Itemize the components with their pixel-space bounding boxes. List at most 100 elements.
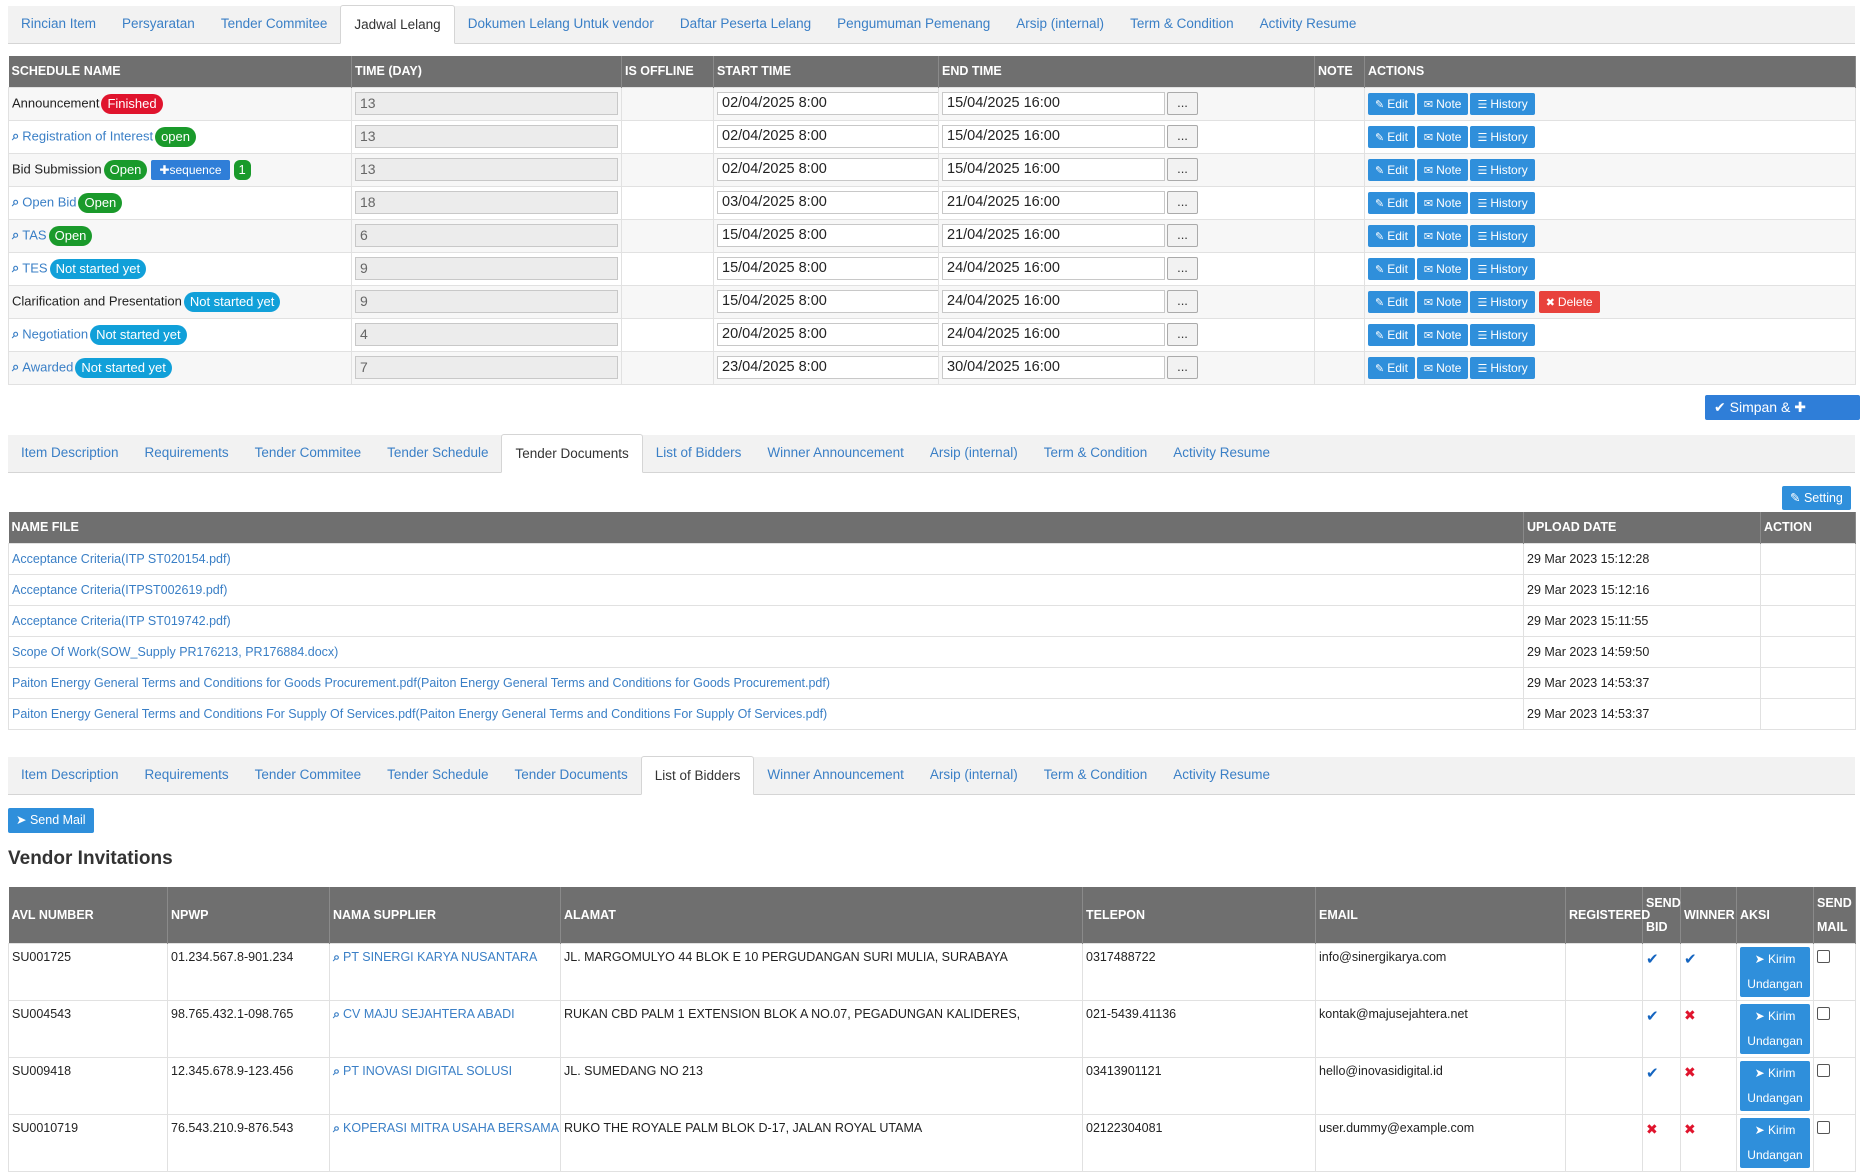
send-mail-checkbox[interactable] [1817,1121,1830,1134]
search-icon[interactable]: ⌕ [12,359,19,374]
end-picker-button[interactable]: ... [1167,290,1198,313]
add-sequence-button[interactable]: ✚sequence [151,160,229,180]
end-picker-button[interactable]: ... [1167,158,1198,181]
edit-button[interactable]: ✎Edit [1368,192,1415,214]
history-button[interactable]: ☰History [1470,291,1534,313]
edit-button[interactable]: ✎Edit [1368,324,1415,346]
edit-button[interactable]: ✎Edit [1368,258,1415,280]
send-mail-checkbox[interactable] [1817,950,1830,963]
start-time-input[interactable]: 02/04/2025 8:00 [717,92,939,115]
setting-button[interactable]: ✎ Setting [1782,486,1851,510]
history-button[interactable]: ☰History [1470,225,1534,247]
schedule-name[interactable]: Awarded [22,359,73,374]
edit-button[interactable]: ✎Edit [1368,159,1415,181]
tab-tender-schedule[interactable]: Tender Schedule [374,756,501,794]
end-time-input[interactable]: 24/04/2025 16:00 [942,257,1165,280]
history-button[interactable]: ☰History [1470,159,1534,181]
tab-activity-resume[interactable]: Activity Resume [1160,756,1283,794]
start-time-input[interactable]: 15/04/2025 8:00 [717,290,939,313]
start-time-input[interactable]: 02/04/2025 8:00 [717,125,939,148]
history-button[interactable]: ☰History [1470,357,1534,379]
end-time-input[interactable]: 15/04/2025 16:00 [942,92,1165,115]
tab-requirements[interactable]: Requirements [132,434,242,472]
document-link[interactable]: Scope Of Work(SOW_Supply PR176213, PR176… [9,636,1524,667]
history-button[interactable]: ☰History [1470,126,1534,148]
delete-button[interactable]: ✖Delete [1539,291,1600,313]
supplier-name[interactable]: KOPERASI MITRA USAHA BERSAMA [343,1121,559,1135]
end-picker-button[interactable]: ... [1167,257,1198,280]
tab-winner-announcement[interactable]: Winner Announcement [754,434,917,472]
edit-button[interactable]: ✎Edit [1368,357,1415,379]
note-button[interactable]: ✉Note [1417,324,1469,346]
send-invitation-button[interactable]: ➤ KirimUndangan [1740,1061,1810,1111]
note-button[interactable]: ✉Note [1417,225,1469,247]
send-mail-checkbox[interactable] [1817,1007,1830,1020]
tab-item-description[interactable]: Item Description [8,756,132,794]
search-icon[interactable]: ⌕ [12,326,19,341]
tab-arsip-internal[interactable]: Arsip (internal) [917,434,1031,472]
tab-tender-schedule[interactable]: Tender Schedule [374,434,501,472]
start-time-input[interactable]: 20/04/2025 8:00 [717,323,939,346]
tab-term-condition[interactable]: Term & Condition [1031,756,1161,794]
search-icon[interactable]: ⌕ [12,128,19,143]
search-icon[interactable]: ⌕ [12,194,19,209]
start-time-input[interactable]: 23/04/2025 8:00 [717,356,939,379]
history-button[interactable]: ☰History [1470,192,1534,214]
document-link[interactable]: Paiton Energy General Terms and Conditio… [9,667,1524,698]
search-icon[interactable]: ⌕ [12,227,19,242]
end-picker-button[interactable]: ... [1167,191,1198,214]
end-time-input[interactable]: 24/04/2025 16:00 [942,323,1165,346]
end-picker-button[interactable]: ... [1167,92,1198,115]
send-mail-button[interactable]: ➤ Send Mail [8,808,94,833]
supplier-cell[interactable]: ⌕KOPERASI MITRA USAHA BERSAMA [330,1114,561,1171]
send-invitation-button[interactable]: ➤ KirimUndangan [1740,947,1810,997]
note-button[interactable]: ✉Note [1417,192,1469,214]
tab-daftar-peserta-lelang[interactable]: Daftar Peserta Lelang [667,5,824,43]
end-picker-button[interactable]: ... [1167,125,1198,148]
tab-dokumen-lelang-untuk-vendor[interactable]: Dokumen Lelang Untuk vendor [455,5,667,43]
send-mail-checkbox[interactable] [1817,1064,1830,1077]
search-icon[interactable]: ⌕ [12,260,19,275]
note-button[interactable]: ✉Note [1417,126,1469,148]
tab-jadwal-lelang[interactable]: Jadwal Lelang [340,5,454,44]
history-button[interactable]: ☰History [1470,93,1534,115]
edit-button[interactable]: ✎Edit [1368,225,1415,247]
tab-activity-resume[interactable]: Activity Resume [1247,5,1370,43]
note-button[interactable]: ✉Note [1417,291,1469,313]
supplier-name[interactable]: CV MAJU SEJAHTERA ABADI [343,1007,515,1021]
send-invitation-button[interactable]: ➤ KirimUndangan [1740,1004,1810,1054]
supplier-name[interactable]: PT SINERGI KARYA NUSANTARA [343,950,537,964]
document-link[interactable]: Paiton Energy General Terms and Conditio… [9,698,1524,729]
end-picker-button[interactable]: ... [1167,356,1198,379]
save-reason-button[interactable]: ✔ Simpan & ✚ Alasan [1705,395,1860,420]
tab-list-of-bidders[interactable]: List of Bidders [641,756,755,795]
tab-term-condition[interactable]: Term & Condition [1117,5,1247,43]
edit-button[interactable]: ✎Edit [1368,93,1415,115]
tab-tender-commitee[interactable]: Tender Commitee [208,5,341,43]
edit-button[interactable]: ✎Edit [1368,126,1415,148]
end-picker-button[interactable]: ... [1167,224,1198,247]
schedule-name[interactable]: Registration of Interest [22,128,153,143]
tab-term-condition[interactable]: Term & Condition [1031,434,1161,472]
end-time-input[interactable]: 15/04/2025 16:00 [942,158,1165,181]
supplier-cell[interactable]: ⌕PT INOVASI DIGITAL SOLUSI [330,1057,561,1114]
history-button[interactable]: ☰History [1470,258,1534,280]
tab-tender-commitee[interactable]: Tender Commitee [242,434,375,472]
document-link[interactable]: Acceptance Criteria(ITPST002619.pdf) [9,574,1524,605]
tab-tender-documents[interactable]: Tender Documents [501,434,642,473]
end-time-input[interactable]: 15/04/2025 16:00 [942,125,1165,148]
schedule-name[interactable]: TAS [22,227,46,242]
tab-arsip-internal[interactable]: Arsip (internal) [1003,5,1117,43]
end-time-input[interactable]: 30/04/2025 16:00 [942,356,1165,379]
end-time-input[interactable]: 24/04/2025 16:00 [942,290,1165,313]
start-time-input[interactable]: 03/04/2025 8:00 [717,191,939,214]
supplier-cell[interactable]: ⌕CV MAJU SEJAHTERA ABADI [330,1000,561,1057]
edit-button[interactable]: ✎Edit [1368,291,1415,313]
tab-winner-announcement[interactable]: Winner Announcement [754,756,917,794]
tab-tender-documents[interactable]: Tender Documents [501,756,640,794]
document-link[interactable]: Acceptance Criteria(ITP ST020154.pdf) [9,543,1524,574]
start-time-input[interactable]: 02/04/2025 8:00 [717,158,939,181]
tab-tender-commitee[interactable]: Tender Commitee [242,756,375,794]
schedule-name[interactable]: Open Bid [22,194,76,209]
note-button[interactable]: ✉Note [1417,258,1469,280]
